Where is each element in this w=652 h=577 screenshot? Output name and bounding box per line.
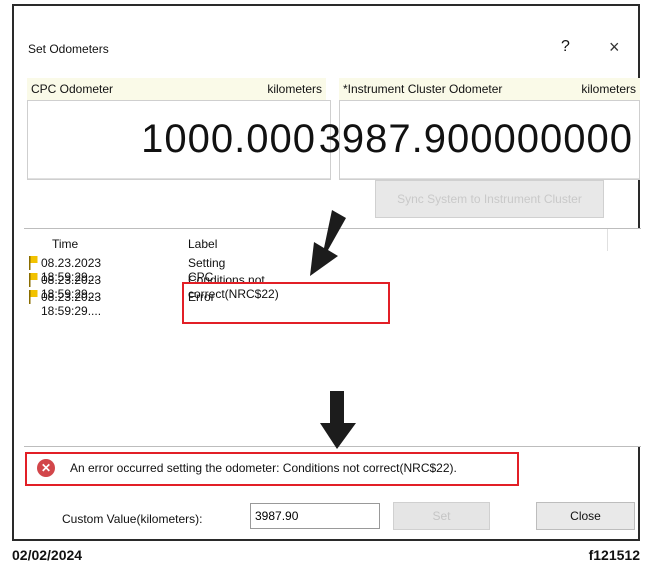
custom-value-input[interactable] [250,503,380,529]
figure-date: 02/02/2024 [12,547,83,563]
help-button[interactable]: ? [561,38,570,56]
log-row-time: 08.23.2023 18:59:29.... [41,290,102,318]
cpc-odometer-field[interactable]: 1000.000 [27,100,331,180]
flag-icon [29,256,38,270]
cpc-odometer-header: CPC Odometer kilometers [27,78,326,100]
error-x-icon: ✕ [37,459,55,477]
cluster-odometer-field[interactable]: 3987.900000000 [319,100,640,180]
close-icon[interactable]: × [609,37,620,58]
callout-arrow-icon [310,210,346,276]
cluster-odometer-label: *Instrument Cluster Odometer [343,82,503,96]
flag-icon [29,273,38,287]
column-header-time[interactable]: Time [52,237,78,251]
error-message: An error occurred setting the odometer: … [70,461,457,475]
sync-button[interactable]: Sync System to Instrument Cluster [375,180,604,218]
cluster-odometer-value: 3987.900000000 [318,117,633,161]
cpc-odometer-unit: kilometers [267,82,322,96]
cluster-odometer-header: *Instrument Cluster Odometer kilometers [339,78,640,100]
set-button[interactable]: Set [393,502,490,530]
cpc-odometer-value: 1000.000 [141,117,316,161]
close-button[interactable]: Close [536,502,635,530]
dialog-title: Set Odometers [28,42,109,56]
custom-value-label: Custom Value(kilometers): [62,512,203,526]
callout-arrow-icon [320,391,356,449]
flag-icon [29,290,38,304]
log-highlight-box [182,282,390,324]
column-divider [607,229,608,251]
figure-id: f121512 [588,547,640,563]
cpc-odometer-label: CPC Odometer [31,82,114,96]
cluster-odometer-unit: kilometers [581,82,636,96]
column-header-label[interactable]: Label [188,237,217,251]
